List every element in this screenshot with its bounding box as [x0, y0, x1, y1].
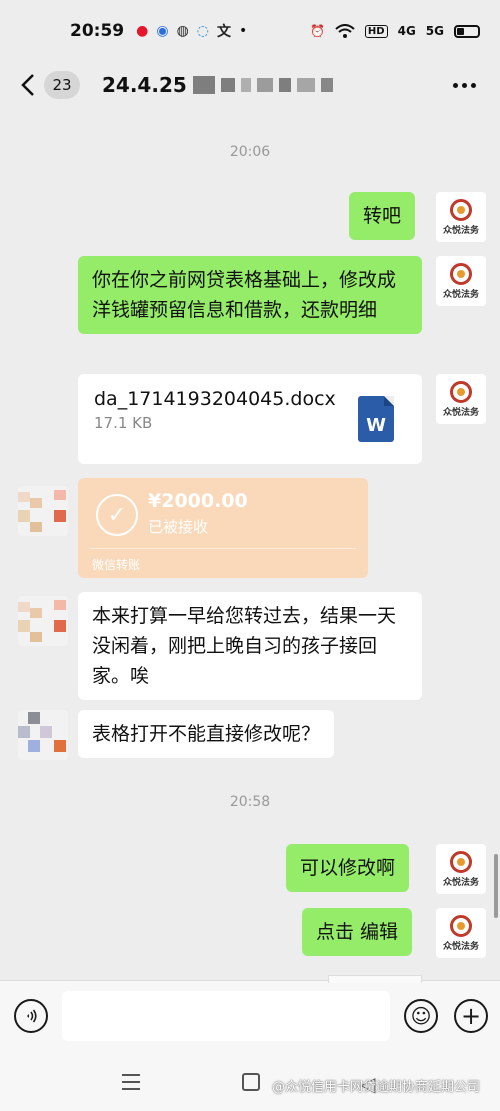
unread-count-badge[interactable]: 23: [44, 71, 80, 99]
status-bar: 20:59 ● ◉ ◍ ◌ 文 • ⏰ HD 4G 5G: [0, 0, 500, 62]
chat-title: 24.4.25: [102, 73, 333, 97]
logo-text: 众悦法务: [442, 225, 479, 236]
logo-icon: [450, 262, 472, 285]
word-document-icon: W: [358, 396, 394, 442]
search-app-icon: ◉: [156, 23, 169, 39]
file-message[interactable]: da_1714193204045.docx 17.1 KB W: [78, 374, 422, 464]
money-transfer-card[interactable]: ✓ ¥2000.00 已被接收 微信转账: [78, 478, 368, 578]
checkmark-icon: ✓: [96, 494, 138, 536]
redacted-title: [192, 76, 333, 94]
signal-5g: 5G: [425, 24, 444, 38]
received-message[interactable]: 本来打算一早给您转过去，结果一天没闲着，刚把上晚自习的孩子接回家。唉: [78, 592, 422, 700]
system-navigation-bar: ◁ @众悦信用卡网贷逾期协商延期公司: [0, 1054, 500, 1111]
sent-message[interactable]: 转吧: [349, 192, 416, 240]
weibo-icon: ●: [136, 23, 149, 39]
logo-text: 众悦法务: [442, 877, 479, 888]
sent-message[interactable]: 点击 编辑: [302, 908, 413, 956]
status-app-icons: ● ◉ ◍ ◌ 文 •: [136, 21, 247, 41]
dictionary-icon: 文: [217, 24, 231, 40]
logo-text: 众悦法务: [442, 289, 479, 300]
contact-avatar[interactable]: [18, 596, 68, 646]
emoji-icon[interactable]: ☺: [404, 999, 438, 1033]
logo-icon: [450, 850, 472, 873]
transfer-amount: ¥2000.00: [148, 490, 248, 512]
logo-text: 众悦法务: [442, 407, 479, 418]
chat-header: 23 24.4.25: [0, 62, 500, 108]
logo-icon: [450, 198, 472, 221]
transfer-status: 已被接收: [148, 518, 209, 536]
wechat-icon: ◍: [176, 23, 189, 39]
more-options-icon[interactable]: [453, 82, 476, 88]
self-avatar[interactable]: 众悦法务: [436, 192, 486, 242]
received-message[interactable]: 表格打开不能直接修改呢？: [78, 710, 335, 758]
logo-text: 众悦法务: [442, 941, 479, 952]
self-avatar[interactable]: 众悦法务: [436, 256, 486, 306]
sent-message[interactable]: 你在你之前网贷表格基础上，修改成洋钱罐预留信息和借款，还款明细: [78, 256, 422, 334]
hd-badge: HD: [364, 24, 388, 38]
voice-input-icon[interactable]: [14, 999, 48, 1033]
scrollbar[interactable]: [494, 854, 498, 918]
watermark: @众悦信用卡网贷逾期协商延期公司: [272, 1080, 481, 1095]
wifi-icon: [335, 24, 355, 38]
timestamp: 20:06: [229, 144, 271, 160]
chat-title-text: 24.4.25: [102, 73, 187, 97]
self-avatar[interactable]: 众悦法务: [436, 844, 486, 894]
sent-message[interactable]: 可以修改啊: [286, 844, 410, 892]
message-input[interactable]: [62, 991, 390, 1041]
back-arrow-icon: [21, 74, 34, 96]
contact-avatar[interactable]: [18, 486, 68, 536]
status-dot: •: [239, 23, 248, 39]
alarm-icon: ⏰: [309, 24, 325, 38]
recent-apps-icon[interactable]: [122, 1074, 140, 1095]
transfer-divider: [90, 548, 356, 549]
plus-icon[interactable]: +: [454, 999, 488, 1033]
sticker-preview-edge: [328, 975, 422, 983]
chat-messages: 20:06 转吧 众悦法务 你在你之前网贷表格基础上，修改成洋钱罐预留信息和借款…: [0, 108, 500, 980]
status-time: 20:59: [70, 21, 125, 41]
logo-icon: [450, 380, 472, 403]
sound-wave-icon: [27, 1009, 37, 1023]
battery-fill: [457, 27, 464, 35]
contact-avatar[interactable]: [18, 710, 68, 760]
status-indicators: ⏰ HD 4G 5G: [310, 24, 480, 38]
logo-icon: [450, 914, 472, 937]
self-avatar[interactable]: 众悦法务: [436, 908, 486, 958]
timestamp: 20:58: [229, 794, 271, 810]
signal-4g: 4G: [397, 24, 416, 38]
home-icon[interactable]: [242, 1073, 260, 1091]
self-avatar[interactable]: 众悦法务: [436, 374, 486, 424]
browser-icon: ◌: [196, 23, 209, 39]
transfer-label: 微信转账: [92, 558, 141, 572]
input-bar: ☺ +: [0, 975, 500, 1054]
battery-icon: [454, 24, 480, 38]
